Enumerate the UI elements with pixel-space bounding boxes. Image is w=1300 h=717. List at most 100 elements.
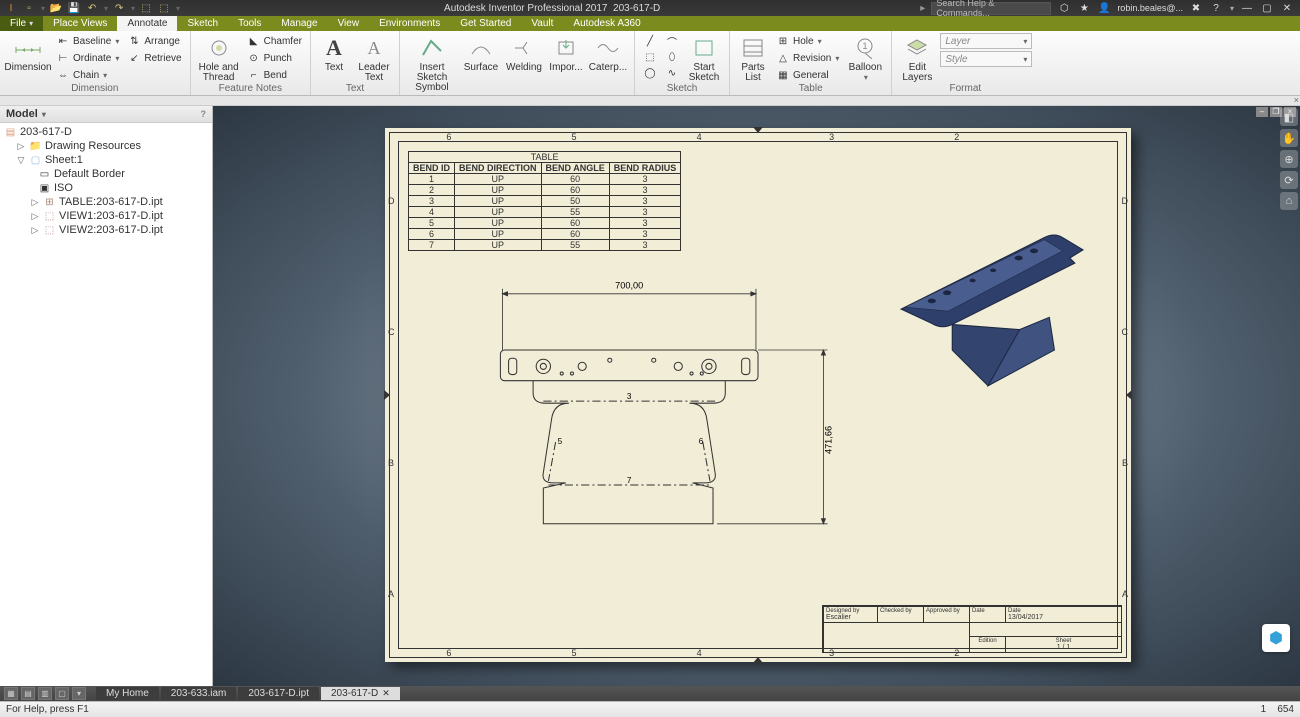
exchange-icon[interactable]: ✖ [1189, 3, 1203, 14]
user-icon[interactable]: 👤 [1097, 3, 1111, 14]
group-symbols: Insert Sketch Symbol▾ Surface Welding Im… [400, 31, 635, 95]
view-layout-menu[interactable]: ▾ [72, 687, 86, 700]
style-combo[interactable]: Style▾ [940, 51, 1032, 67]
welding-button[interactable]: Welding [504, 33, 544, 73]
sketch-tool2[interactable]: ⬚ [641, 49, 659, 65]
border-icon: ▭ [38, 168, 51, 180]
open-icon[interactable]: 📂 [49, 1, 63, 15]
group-text: AText ALeader Text Text [311, 31, 400, 95]
ordinate-button[interactable]: ⊢Ordinate▾ [54, 50, 121, 66]
dim-label: 471,66 [824, 426, 834, 454]
leader-text-button[interactable]: ALeader Text [355, 33, 393, 83]
arrange-button[interactable]: ⇅Arrange [125, 33, 183, 49]
retrieve-button[interactable]: ↙Retrieve [125, 50, 183, 66]
tree-item[interactable]: ▷⊞TABLE:203-617-D.ipt [2, 195, 210, 209]
edit-layers-button[interactable]: Edit Layers [898, 33, 936, 83]
import-button[interactable]: Impor... [548, 33, 584, 73]
tab-sketch[interactable]: Sketch [177, 16, 228, 31]
parts-list-button[interactable]: Parts List [736, 33, 770, 83]
doctab[interactable]: 203-633.iam [161, 687, 237, 700]
undo-icon[interactable]: ↶ [85, 1, 99, 15]
svg-text:1: 1 [863, 41, 868, 51]
help-icon[interactable]: ? [1209, 3, 1223, 14]
view-layout-3[interactable]: ▥ [38, 687, 52, 700]
maximize-button[interactable]: ▢ [1260, 3, 1274, 14]
help-cube-icon[interactable]: ⬢ [1262, 624, 1290, 652]
baseline-button[interactable]: ⇤Baseline▾ [54, 33, 121, 49]
viewcube-icon[interactable]: ◧ [1280, 108, 1298, 126]
title-right: ▸ Search Help & Commands... ⬡ ★ 👤 robin.… [920, 2, 1300, 15]
panel-strip: × [0, 96, 1300, 106]
minimize-button[interactable]: — [1240, 3, 1254, 14]
tab-place-views[interactable]: Place Views [43, 16, 117, 31]
tab-view[interactable]: View [328, 16, 370, 31]
start-sketch-button[interactable]: Start Sketch [685, 33, 723, 83]
sketch-tool3[interactable]: ◯ [641, 65, 659, 81]
drawing-canvas[interactable]: – ❐ × ◧ ✋ ⊕ ⟳ ⌂ 6 5 4 3 2 6 5 4 3 [213, 106, 1300, 686]
view-layout-2[interactable]: ▤ [21, 687, 35, 700]
balloon-button[interactable]: 1Balloon▾ [845, 33, 885, 83]
save-icon[interactable]: 💾 [67, 1, 81, 15]
nav-tools: ◧ ✋ ⊕ ⟳ ⌂ [1280, 108, 1298, 210]
chamfer-button[interactable]: ◣Chamfer [245, 33, 304, 49]
tab-annotate[interactable]: Annotate [117, 16, 177, 31]
punch-button[interactable]: ⊙Punch [245, 50, 304, 66]
zoom-icon[interactable]: ⊕ [1280, 150, 1298, 168]
layer-combo[interactable]: Layer▾ [940, 33, 1032, 49]
insert-symbol-button[interactable]: Insert Sketch Symbol▾ [406, 33, 458, 103]
tab-environments[interactable]: Environments [369, 16, 450, 31]
tree-item[interactable]: ▭Default Border [2, 167, 210, 181]
panel-close-icon[interactable]: × [1294, 95, 1299, 105]
sketch-tool1[interactable]: ╱ [641, 33, 659, 49]
orbit-icon[interactable]: ⟳ [1280, 171, 1298, 189]
tab-get-started[interactable]: Get Started [450, 16, 521, 31]
doctab[interactable]: 203-617-D✕ [321, 687, 400, 700]
sheet-min-button[interactable]: – [1256, 107, 1268, 117]
tree-item[interactable]: ▽▢Sheet:1 [2, 153, 210, 167]
redo-icon[interactable]: ↷ [112, 1, 126, 15]
tree-item[interactable]: ▷⬚VIEW2:203-617-D.ipt [2, 223, 210, 237]
surface-button[interactable]: Surface [462, 33, 500, 73]
view-layout-4[interactable]: ▢ [55, 687, 69, 700]
star-icon[interactable]: ★ [1077, 3, 1091, 14]
tree-item[interactable]: ▷📁Drawing Resources [2, 139, 210, 153]
caterpillar-button[interactable]: Caterp... [588, 33, 628, 73]
revision-button[interactable]: △Revision▾ [774, 50, 841, 66]
hole-table-button[interactable]: ⊞Hole▾ [774, 33, 841, 49]
tree-item[interactable]: ▣ISO [2, 181, 210, 195]
doctab[interactable]: 203-617-D.ipt [238, 687, 319, 700]
qat-icon2[interactable]: ⬚ [157, 1, 171, 15]
drawing-views: 700,00 [390, 133, 1126, 657]
sketch-tool6[interactable]: ∿ [663, 65, 681, 81]
file-tab[interactable]: File▾ [0, 16, 43, 31]
browser-header[interactable]: Model ▾ ? [0, 106, 212, 123]
view-layout-1[interactable]: ▦ [4, 687, 18, 700]
dimension-button[interactable]: Dimension [6, 33, 50, 73]
signin-icon[interactable]: ⬡ [1057, 3, 1071, 14]
qat-icon[interactable]: ⬚ [139, 1, 153, 15]
sketch-tool4[interactable]: ⌒ [663, 33, 681, 49]
general-button[interactable]: ▦General [774, 67, 841, 83]
hole-thread-button[interactable]: Hole and Thread [197, 33, 241, 83]
bend-button[interactable]: ⌐Bend [245, 67, 304, 83]
sketch-tool5[interactable]: ⬯ [663, 49, 681, 65]
pan-icon[interactable]: ✋ [1280, 129, 1298, 147]
home-icon[interactable]: ⌂ [1280, 192, 1298, 210]
bend-label: 6 [699, 437, 704, 446]
close-button[interactable]: ✕ [1280, 3, 1294, 14]
tab-vault[interactable]: Vault [521, 16, 563, 31]
tree-root[interactable]: ▤203-617-D [2, 125, 210, 139]
tab-tools[interactable]: Tools [228, 16, 271, 31]
app-icon[interactable]: I [4, 1, 18, 15]
close-icon[interactable]: ✕ [382, 688, 390, 699]
tab-a360[interactable]: Autodesk A360 [563, 16, 650, 31]
user-label[interactable]: robin.beales@... [1117, 3, 1183, 13]
search-input[interactable]: Search Help & Commands... [931, 2, 1051, 15]
document-tabs: ▦ ▤ ▥ ▢ ▾ My Home 203-633.iam 203-617-D.… [0, 686, 1300, 701]
tab-manage[interactable]: Manage [271, 16, 327, 31]
chain-button[interactable]: ⇔Chain▾ [54, 67, 121, 83]
new-icon[interactable]: ▫ [22, 1, 36, 15]
text-button[interactable]: AText [317, 33, 351, 73]
tree-item[interactable]: ▷⬚VIEW1:203-617-D.ipt [2, 209, 210, 223]
doctab-home[interactable]: My Home [96, 687, 159, 700]
